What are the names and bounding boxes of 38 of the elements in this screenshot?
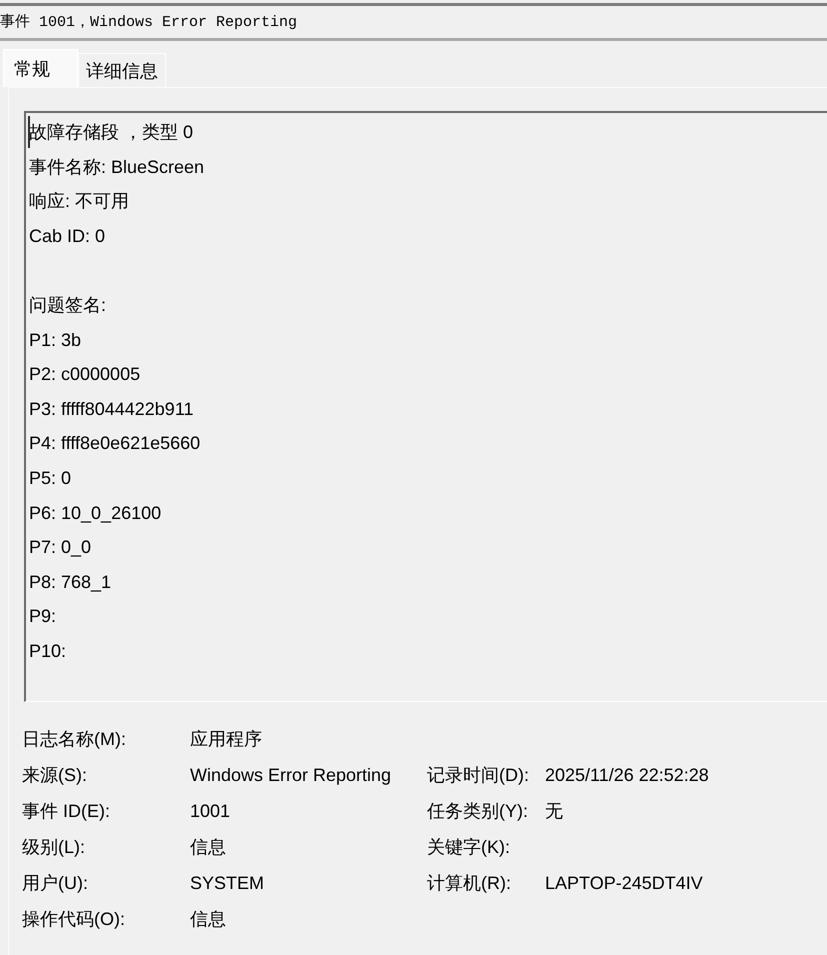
property-value: 信息: [190, 836, 227, 858]
description-line: P8: 768_1: [29, 570, 112, 594]
property-label: 日志名称(M):: [22, 728, 127, 751]
property-label: 级别(L):: [22, 836, 86, 859]
property-label: 操作代码(O):: [22, 908, 126, 931]
property-label: 计算机(R):: [427, 872, 512, 895]
description-line: Cab ID: 0: [29, 224, 106, 248]
window-title: 事件 1001，Windows Error Reporting: [0, 14, 298, 30]
property-label: 关键字(K):: [427, 836, 511, 859]
property-label: 任务类别(Y):: [427, 800, 529, 823]
property-label: 来源(S):: [22, 764, 88, 787]
description-line: P7: 0_0: [29, 536, 92, 560]
description-line: P3: fffff8044422b911: [29, 398, 195, 421]
property-value: Windows Error Reporting: [190, 764, 392, 787]
property-value: 1001: [190, 800, 232, 822]
description-line: 响应: 不可用: [29, 190, 130, 214]
description-line: 问题签名:: [29, 294, 108, 317]
description-line: P10:: [29, 640, 68, 663]
property-value: 应用程序: [190, 728, 263, 750]
description-line: 事件名称: BlueScreen: [29, 156, 206, 179]
description-line: P2: c0000005: [29, 363, 142, 386]
property-value: 无: [545, 800, 564, 822]
property-label: 用户(U):: [22, 872, 89, 895]
property-label: 事件 ID(E):: [22, 800, 111, 823]
description-line: P5: 0: [29, 466, 72, 490]
property-value: LAPTOP-245DT4IV: [545, 872, 704, 894]
description-line: P4: ffff8e0e621e5660: [29, 432, 202, 456]
property-value: 信息: [190, 908, 227, 930]
property-label: 记录时间(D):: [427, 764, 530, 787]
description-line: 故障存储段 ，类型 0: [29, 121, 194, 144]
description-line: P6: 10_0_26100: [29, 502, 162, 525]
tab[interactable]: 详细信息: [78, 53, 166, 87]
description-line: P1: 3b: [29, 328, 82, 352]
description-textbox[interactable]: 故障存储段 ，类型 0 事件名称: BlueScreen 响应: 不可用 Cab ID: 0 问题签名: P1: 3b P2: c0000005 P3: fffff8044422b911 P4: ffff8e0e621e5660 P5: 0 P6: 10_0_26100 P7: 0_0 P8: 768_1 P9: P10:: [24, 111, 827, 702]
description-line: P9:: [29, 605, 58, 628]
property-value: 2025/11/26 22:52:28: [545, 764, 710, 786]
property-value: SYSTEM: [190, 872, 266, 894]
tab[interactable]: 常规: [3, 49, 78, 87]
